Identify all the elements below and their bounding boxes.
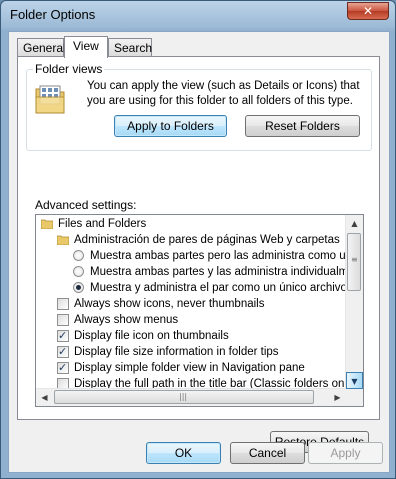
advanced-settings-label: Advanced settings:: [35, 198, 137, 212]
close-button[interactable]: ✕: [347, 2, 389, 20]
vertical-scrollbar[interactable]: ▲ ≡ ▼: [345, 215, 363, 389]
apply-to-folders-button[interactable]: Apply to Folders: [114, 115, 227, 137]
tab-view-label: View: [73, 39, 99, 53]
scroll-down-icon[interactable]: ▼: [346, 372, 363, 389]
tab-view[interactable]: View: [64, 36, 108, 58]
advanced-settings-tree[interactable]: Files and Folders Administración de pare…: [35, 214, 364, 407]
radio-button[interactable]: [73, 266, 84, 277]
vertical-scroll-thumb[interactable]: ≡: [347, 233, 361, 291]
grip-icon: |||: [179, 392, 188, 401]
checkbox[interactable]: [57, 298, 69, 310]
folder-views-description: You can apply the view (such as Details …: [87, 80, 360, 107]
scroll-left-icon[interactable]: ◀: [36, 389, 53, 406]
tab-search[interactable]: Search: [108, 38, 152, 56]
tree-item-files-and-folders[interactable]: Files and Folders: [39, 216, 339, 232]
ok-button[interactable]: OK: [146, 442, 221, 464]
folder-icon: [41, 219, 53, 229]
tree-item-label: Files and Folders: [58, 218, 147, 230]
checkbox[interactable]: [57, 328, 69, 344]
title-bar[interactable]: Folder Options ✕: [1, 1, 395, 31]
tab-search-label: Search: [114, 41, 153, 55]
radio-option-1[interactable]: Muestra ambas partes pero las administra…: [39, 248, 363, 264]
radio-option-3[interactable]: Muestra y administra el par como un únic…: [39, 280, 347, 296]
checkbox-option-always-show-menus[interactable]: Always show menus: [39, 312, 339, 328]
checkbox-option-file-icon-thumbnails[interactable]: Display file icon on thumbnails: [39, 328, 339, 344]
checkbox-option-file-size-tips[interactable]: Display file size information in folder …: [39, 344, 339, 360]
apply-button: Apply: [308, 442, 383, 464]
cancel-button[interactable]: Cancel: [230, 442, 305, 464]
radio-label: Muestra y administra el par como un únic…: [90, 282, 347, 294]
horizontal-scrollbar[interactable]: ◀ ||| ▶: [36, 388, 346, 406]
radio-button[interactable]: [73, 250, 84, 261]
scroll-up-icon[interactable]: ▲: [346, 215, 363, 232]
grip-icon: ≡: [351, 255, 358, 264]
checkbox-label: Display simple folder view in Navigation…: [74, 362, 305, 374]
checkbox-label: Display file icon on thumbnails: [74, 330, 229, 342]
scrollbar-corner: [346, 389, 363, 406]
checkbox[interactable]: [57, 314, 69, 326]
view-tab-panel: Folder views You can apply the view (suc…: [17, 56, 380, 453]
tab-general-label: General: [23, 41, 66, 55]
folder-views-icon: [35, 85, 65, 114]
checkbox-option-always-show-icons[interactable]: Always show icons, never thumbnails: [39, 296, 339, 312]
radio-button[interactable]: [73, 282, 84, 293]
dialog-client-area: General View Search Folder views You can…: [8, 31, 390, 473]
checkbox-option-simple-folder-view[interactable]: Display simple folder view in Navigation…: [39, 360, 339, 376]
window-title: Folder Options: [10, 7, 96, 22]
checkbox-label: Always show menus: [74, 314, 179, 326]
folder-options-window: Folder Options ✕ General View Search Fol…: [0, 0, 396, 479]
folder-icon: [57, 235, 69, 245]
tab-general[interactable]: General: [17, 38, 66, 56]
horizontal-scroll-thumb[interactable]: |||: [54, 390, 314, 404]
close-icon: ✕: [362, 4, 374, 18]
radio-label: Muestra ambas partes y las administra in…: [90, 266, 364, 278]
folder-views-group: Folder views You can apply the view (suc…: [26, 62, 372, 151]
checkbox[interactable]: [57, 360, 69, 376]
folder-views-label: Folder views: [33, 62, 105, 76]
checkbox[interactable]: [57, 344, 69, 360]
checkbox-label: Always show icons, never thumbnails: [74, 298, 265, 310]
tree-item-label: Administración de pares de páginas Web y…: [74, 234, 340, 246]
radio-label: Muestra ambas partes pero las administra…: [90, 250, 363, 262]
tree-item-web-pairs[interactable]: Administración de pares de páginas Web y…: [39, 232, 340, 248]
reset-folders-button[interactable]: Reset Folders: [245, 115, 360, 137]
radio-option-2[interactable]: Muestra ambas partes y las administra in…: [39, 264, 363, 280]
scroll-right-icon[interactable]: ▶: [329, 389, 346, 406]
checkbox-label: Display file size information in folder …: [74, 346, 279, 358]
